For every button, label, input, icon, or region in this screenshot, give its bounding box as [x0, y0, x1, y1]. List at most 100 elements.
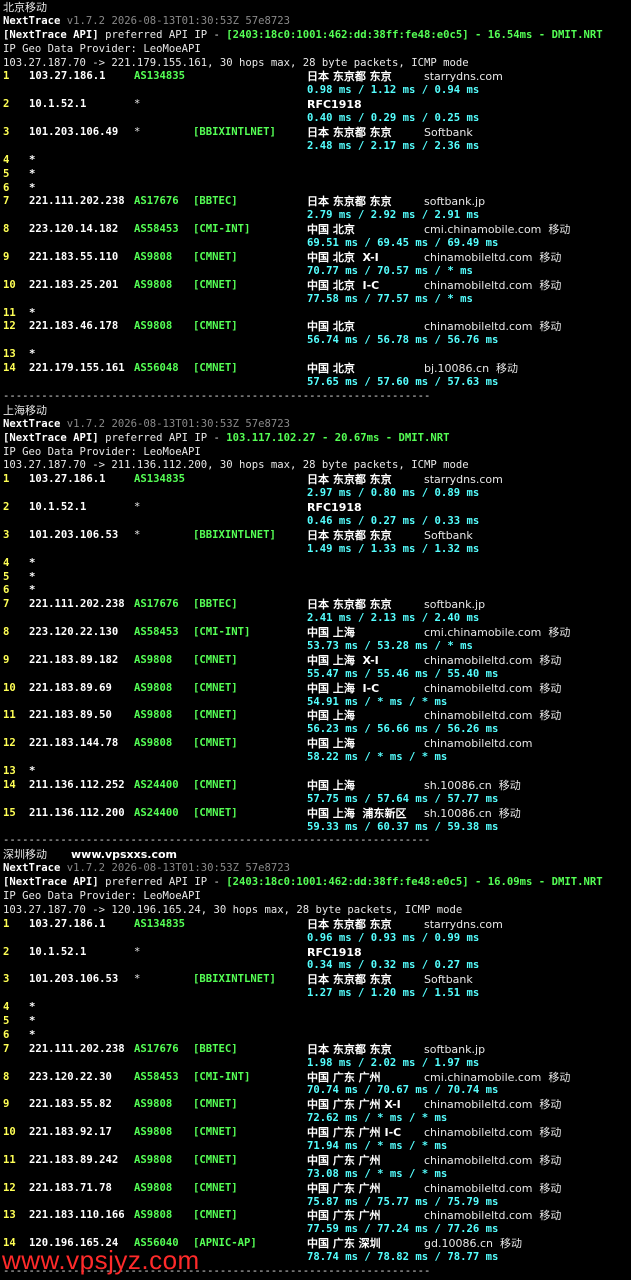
hop-geo: 中国 上海 [307, 778, 355, 792]
hop-geo: 日本 东京都 东京 [307, 70, 392, 84]
hop-number: 7 [3, 598, 10, 611]
hop-number: 7 [3, 1042, 10, 1055]
hop-row: 3 101.203.106.53 * [BBIXINTLNET] 日本 东京都 东京 So… [3, 529, 629, 543]
hop-rtt: 70.77 ms / 70.57 ms / * ms [307, 264, 473, 277]
hop-number: 5 [3, 167, 10, 180]
hop-rtt: 2.41 ms / 2.13 ms / 2.40 ms [307, 612, 480, 625]
hop-ip: 10.1.52.1 [29, 501, 87, 514]
hop-isp: chinamobileltd.com 移动 [424, 653, 562, 667]
hop-isp: Softbank [424, 528, 473, 542]
hop-ip: * [29, 1028, 36, 1041]
trace-header-text: 103.27.187.70 -> 211.136.112.200, 30 hop… [3, 459, 469, 472]
hop-rtt: 0.40 ms / 0.29 ms / 0.25 ms [307, 112, 480, 125]
hop-row: 9 221.183.55.110 AS9808 [CMNET] 中国 北京 X-I chi… [3, 251, 629, 265]
hop-geo: RFC1918 [307, 501, 362, 515]
hop-ip: * [29, 306, 36, 319]
hop-rtt-row: 72.62 ms / * ms / * ms [3, 1112, 629, 1126]
hop-geo: RFC1918 [307, 945, 362, 959]
hop-isp: chinamobileltd.com 移动 [424, 278, 562, 292]
hop-row: 12 221.183.144.78 AS9808 [CMNET] 中国 上海 chinam… [3, 737, 629, 751]
hop-network: [BBIXINTLNET] [193, 973, 276, 986]
hop-geo: 日本 东京都 东京 [307, 917, 392, 931]
api-line: [NextTrace API] preferred API IP - 103.1… [3, 432, 629, 446]
hop-number: 9 [3, 1098, 10, 1111]
hop-ip: 10.1.52.1 [29, 945, 87, 958]
hop-isp: bj.10086.cn 移动 [424, 362, 519, 376]
hop-network: [CMNET] [193, 1209, 238, 1222]
hop-row: 13 * [3, 348, 629, 362]
hop-isp: Softbank [424, 126, 473, 140]
hop-ip: 221.111.202.238 [29, 195, 125, 208]
api-line: [NextTrace API] preferred API IP - [2403… [3, 876, 629, 890]
version-text: v1.7.2 2026-08-13T01:30:53Z 57e8723 [66, 417, 291, 430]
hop-ip: * [29, 764, 36, 777]
section-title-text: 深圳移动 [3, 848, 47, 862]
hop-asn: AS9808 [134, 1126, 173, 1139]
hop-geo: 日本 东京都 东京 [307, 195, 392, 209]
hop-isp: softbank.jp [424, 195, 486, 209]
hop-rtt-row: 2.97 ms / 0.80 ms / 0.89 ms [3, 487, 629, 501]
api-line-wrap: [NextTrace API] preferred API IP - [2403… [3, 876, 603, 890]
hop-asn: AS17676 [134, 195, 179, 208]
hop-rtt-row: 1.27 ms / 1.20 ms / 1.51 ms [3, 987, 629, 1001]
hop-row: 11 221.183.89.242 AS9808 [CMNET] 中国 广东 广州 chi… [3, 1154, 629, 1168]
hop-asn: AS17676 [134, 598, 179, 611]
hop-geo: 中国 上海 [307, 737, 355, 751]
hop-number: 3 [3, 973, 10, 986]
hop-ip: 223.120.22.130 [29, 626, 119, 639]
hop-isp: starrydns.com [424, 473, 503, 487]
geo-provider-line: IP Geo Data Provider: LeoMoeAPI [3, 446, 629, 460]
api-ip: 103.117.102.27 [226, 431, 316, 444]
hop-network: [BBIXINTLNET] [193, 528, 276, 541]
hop-row: 6 * [3, 182, 629, 196]
hop-isp: chinamobileltd.com 移动 [424, 681, 562, 695]
hop-ip: 221.183.89.182 [29, 653, 119, 666]
hop-network: [BBIXINTLNET] [193, 126, 276, 139]
hop-row: 11 * [3, 307, 629, 321]
hop-asn: AS9808 [134, 1153, 173, 1166]
app-name: NextTrace [3, 417, 61, 430]
hop-row: 1 103.27.186.1 AS134835 日本 东京都 东京 starrydns.… [3, 70, 629, 84]
hop-geo: 中国 上海 X-I [307, 653, 379, 667]
hop-asn: AS9808 [134, 709, 173, 722]
hop-asn: AS24400 [134, 778, 179, 791]
hop-asn: AS58453 [134, 1070, 179, 1083]
hop-asn: AS9808 [134, 653, 173, 666]
hop-geo: 中国 广东 广州 [307, 1181, 381, 1195]
hop-geo: 日本 东京都 东京 [307, 973, 392, 987]
separator-text: ----------------------------------------… [3, 834, 431, 847]
hop-rtt-row: 75.87 ms / 75.77 ms / 75.79 ms [3, 1196, 629, 1210]
hop-network: [APNIC-AP] [193, 1237, 257, 1250]
hop-ip: 103.27.186.1 [29, 473, 106, 486]
hop-isp: chinamobileltd.com 移动 [424, 1153, 562, 1167]
hop-asn: AS134835 [134, 70, 186, 83]
hop-rtt: 56.23 ms / 56.66 ms / 56.26 ms [307, 723, 499, 736]
api-text: preferred API IP - [105, 876, 220, 889]
hop-ip: * [29, 181, 36, 194]
api-line: [NextTrace API] preferred API IP - [2403… [3, 29, 629, 43]
hop-geo: 日本 东京都 东京 [307, 1042, 392, 1056]
hop-asn: AS58453 [134, 223, 179, 236]
hop-rtt: 73.08 ms / * ms / * ms [307, 1167, 448, 1180]
hop-rtt: 2.48 ms / 2.17 ms / 2.36 ms [307, 139, 480, 152]
hop-network: [CMNET] [193, 653, 238, 666]
hop-number: 9 [3, 653, 10, 666]
hop-asn: AS9808 [134, 1098, 173, 1111]
hop-isp: chinamobileltd.com 移动 [424, 251, 562, 265]
version-text: v1.7.2 2026-08-13T01:30:53Z 57e8723 [66, 14, 291, 27]
hop-rtt-row: 54.91 ms / * ms / * ms [3, 696, 629, 710]
hop-rtt: 0.98 ms / 1.12 ms / 0.94 ms [307, 84, 480, 97]
brand-text: www.vpsxxs.com [71, 848, 178, 862]
hop-rtt: 58.22 ms / * ms / * ms [307, 751, 448, 764]
hop-row: 3 101.203.106.49 * [BBIXINTLNET] 日本 东京都 东京 So… [3, 126, 629, 140]
hop-rtt: 0.34 ms / 0.32 ms / 0.27 ms [307, 959, 480, 972]
hop-rtt-row: 0.46 ms / 0.27 ms / 0.33 ms [3, 515, 629, 529]
app-name: NextTrace [3, 14, 61, 27]
hop-number: 7 [3, 195, 10, 208]
hop-isp: starrydns.com [424, 70, 503, 84]
hop-geo: 中国 广东 广州 X-I [307, 1098, 401, 1112]
hop-isp: Softbank [424, 973, 473, 987]
hop-number: 10 [3, 278, 16, 291]
section-title: 深圳移动 www.vpsxxs.com [3, 848, 629, 862]
hop-number: 1 [3, 917, 10, 930]
